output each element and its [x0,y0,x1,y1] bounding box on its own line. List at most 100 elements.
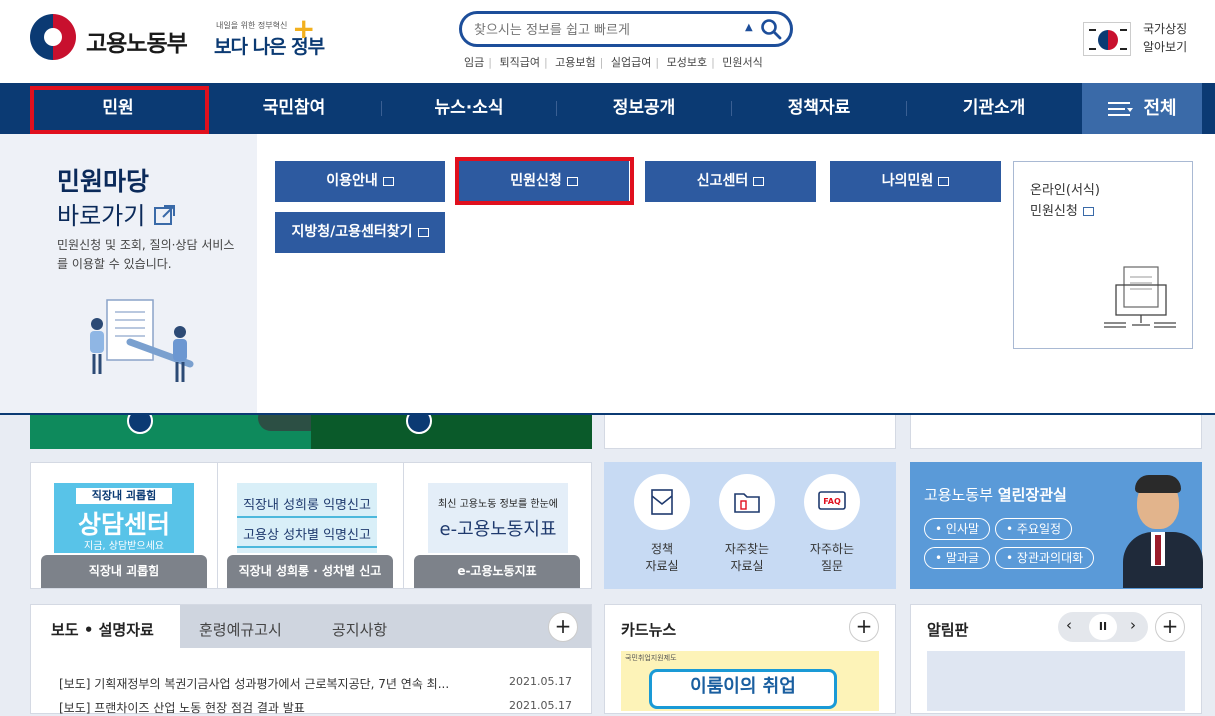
news-item-1[interactable]: [보도] 기획재정부의 복권기금사업 성과평가에서 근로복지공단, 7년 연속 … [59,675,499,692]
btn-report-center[interactable]: 신고센터 [645,161,816,202]
btn-find-office[interactable]: 지방청/고용센터찾기 [275,212,445,253]
btn-guide[interactable]: 이용안내 [275,161,445,202]
banner-e-indicator[interactable]: 최신 고용노동 정보를 한눈에 e-고용노동지표 [428,483,568,553]
menu-icon [1108,102,1134,116]
online-form-line1: 온라인(서식) [1030,183,1100,198]
new-window-icon [938,177,950,186]
quick-link-forms[interactable]: 민원서식 [722,56,762,69]
pill-greeting[interactable]: • 인사말 [924,518,991,540]
minister-photo [1123,475,1203,588]
quick-link-unemployment[interactable]: 실업급여 [611,56,651,69]
folder-icon[interactable] [719,474,775,530]
new-window-icon [417,228,429,237]
new-window-icon [1082,207,1094,216]
dropdown-title: 민원마당 [57,167,150,196]
nav-item-policy[interactable]: 정책자료 [731,83,907,134]
nav-item-about[interactable]: 기관소개 [906,83,1082,134]
external-link-icon [153,205,175,225]
online-form-card[interactable]: 온라인(서식) 민원신청 [1013,161,1193,349]
banner-harassment-sub: 지금, 상담받으세요 [84,541,164,552]
notice-more-plus-icon[interactable]: + [1155,612,1185,642]
tab-press[interactable]: 보도 • 설명자료 [51,619,154,640]
banner-sh-line2: 고용상 성차별 익명신고 [237,524,377,548]
site-logo-text[interactable]: 고용노동부 [86,24,188,58]
minister-panel[interactable]: 고용노동부 열린장관실 • 인사말 • 주요일정 • 말과글 • 장관과의대화 [910,462,1203,589]
notice-title: 알림판 [927,621,969,639]
cardnews-more-plus-icon[interactable]: + [849,612,879,642]
quick-icons-panel: FAQ 정책 자료실 자주찾는 자료실 자주하는 질문 [604,462,896,589]
quick-link-maternity[interactable]: 모성보호 [667,56,707,69]
banner-harassment[interactable]: 직장내 괴롭힘 상담센터 지금, 상담받으세요 [54,483,194,553]
dropdown-description: 민원신청 및 조회, 질의·상담 서비스를 이용할 수 있습니다. [57,238,235,271]
banner-harassment-label[interactable]: 직장내 괴롭힘 [41,555,207,588]
cardnews-title: 카드뉴스 [621,621,677,639]
nav-all-label: 전체 [1143,98,1177,119]
banner-row: 직장내 괴롭힘 상담센터 지금, 상담받으세요 직장내 괴롭힘 직장내 성희롱 … [30,462,592,589]
quick-icon-label-policy: 정책 자료실 [645,542,679,573]
tab-directives[interactable]: 훈령예규고시 [199,619,282,640]
plus-logo-icon: + [292,12,316,45]
banner-sh-line1: 직장내 성희롱 익명신고 [237,494,377,518]
nav-item-news[interactable]: 뉴스·소식 [381,83,557,134]
nav-item-disclosure[interactable]: 정보공개 [556,83,732,134]
banner-e-main: e-고용노동지표 [439,519,557,540]
notice-image[interactable] [927,651,1185,711]
national-symbol-line1: 국가상징 [1143,22,1188,36]
svg-text:FAQ: FAQ [823,497,841,506]
panel-fragment-2 [910,415,1202,449]
banner-harassment-top: 직장내 괴롭힘 [76,488,172,504]
civil-dropdown-menu: 민원마당 바로가기 민원신청 및 조회, 질의·상담 서비스를 이용할 수 있습… [0,134,1215,415]
quick-icon-label-archive: 자주찾는 자료실 [724,542,770,573]
banner-strip-darkgreen [311,408,592,449]
cardnews-image[interactable]: 국민취업지원제도 이룸이의 취업 [621,651,879,711]
banner-strip-green [30,405,362,449]
banner-sh-label[interactable]: 직장내 성희롱 · 성차별 신고 [227,555,393,588]
cardnews-img-main: 이룸이의 취업 [649,669,837,709]
banner-sexual-harassment[interactable]: 직장내 성희롱 익명신고 고용상 성차별 익명신고 [237,483,377,553]
taegeuk-logo-icon[interactable] [30,14,76,60]
news-item-1-date: 2021.05.17 [509,675,572,688]
national-symbol-link[interactable]: 국가상징 알아보기 [1143,20,1187,56]
korean-flag-icon[interactable] [1083,22,1131,56]
news-more-plus-icon[interactable]: + [548,612,578,642]
site-header: 고용노동부 내일을 위한 정부혁신 보다 나은 정부 + ▲ 임금| 퇴직급여|… [0,0,1215,83]
caret-up-icon[interactable]: ▲ [745,22,753,33]
nav-all-menu-button[interactable]: 전체 [1082,83,1202,134]
new-window-icon [753,177,765,186]
online-form-line2: 민원신청 [1030,201,1100,222]
nav-item-participation[interactable]: 국민참여 [206,83,382,134]
new-window-icon [382,177,394,186]
cardnews-panel: 카드뉴스 + 국민취업지원제도 이룸이의 취업 [604,604,896,714]
highlight-box-nav [30,86,209,134]
banner-e-label[interactable]: e-고용노동지표 [414,555,580,588]
news-panel: 보도 • 설명자료 훈령예규고시 공지사항 + [보도] 기획재정부의 복권기금… [30,604,592,716]
prev-icon[interactable]: ‹ [1066,616,1072,634]
dropdown-intro: 민원마당 바로가기 민원신청 및 조회, 질의·상담 서비스를 이용할 수 있습… [0,134,257,413]
faq-icon[interactable]: FAQ [804,474,860,530]
policy-archive-icon[interactable] [634,474,690,530]
pill-dialogue[interactable]: • 장관과의대화 [995,547,1095,569]
quick-links: 임금 | 퇴직급여 | 고용보험 | 실업급여 | 모성보호 | 민원서식 [464,56,763,69]
search-icon[interactable] [760,18,782,40]
banner-e-top: 최신 고용노동 정보를 한눈에 [438,499,558,510]
news-item-2[interactable]: [보도] 프랜차이즈 산업 노동 현장 점검 결과 발표 [59,699,499,716]
national-symbol-line2: 알아보기 [1143,40,1188,54]
pill-speeches[interactable]: • 말과글 [924,547,991,569]
highlight-box-apply [455,157,634,205]
pill-schedule[interactable]: • 주요일정 [995,518,1073,540]
news-item-2-date: 2021.05.17 [509,699,572,712]
quick-link-severance[interactable]: 퇴직급여 [499,56,539,69]
quick-link-wage[interactable]: 임금 [464,56,484,69]
panel-fragment-1 [604,415,896,449]
quick-link-insurance[interactable]: 고용보험 [555,56,595,69]
minister-title: 고용노동부 열린장관실 [924,486,1067,504]
search-input[interactable] [474,19,744,41]
next-icon[interactable]: › [1130,616,1136,634]
computer-document-icon [1104,266,1176,328]
dropdown-shortcut-link[interactable]: 바로가기 [57,196,177,231]
notice-controls: ‹ II › [1058,612,1148,642]
btn-my-civil[interactable]: 나의민원 [830,161,1001,202]
notice-panel: 알림판 ‹ II › + [910,604,1202,714]
tab-notices[interactable]: 공지사항 [332,619,387,640]
pause-button[interactable]: II [1089,614,1117,640]
